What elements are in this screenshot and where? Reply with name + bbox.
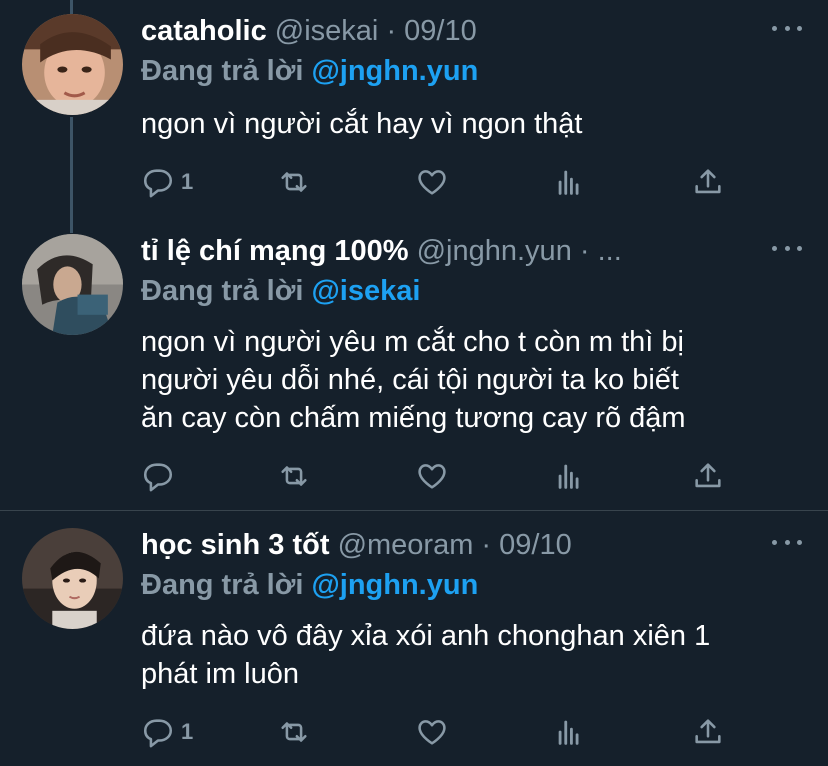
avatar-image [22, 528, 123, 629]
tweet-actions: 1 [141, 164, 741, 200]
tweet-text-line: phát im luôn [141, 658, 299, 690]
retweet-button[interactable] [277, 714, 311, 750]
share-icon [695, 719, 721, 744]
share-button[interactable] [691, 714, 725, 750]
separator: · [579, 235, 590, 267]
retweet-button[interactable] [277, 164, 311, 200]
retweet-icon [281, 466, 307, 486]
tweet-divider [0, 510, 828, 511]
replying-to: Đang trả lời @jnghn.yun [141, 568, 478, 602]
retweet-icon [281, 172, 307, 192]
tweet-date[interactable]: 09/10 [404, 15, 477, 47]
analytics-icon [558, 464, 579, 489]
reply-icon [143, 169, 173, 198]
tweet-1[interactable]: cataholic @isekai · 09/10 Đang trả lời @… [0, 14, 828, 224]
reply-button[interactable]: 1 [141, 164, 193, 200]
replying-to-label: Đang trả lời [141, 55, 304, 87]
avatar[interactable] [22, 14, 123, 115]
like-icon [418, 170, 446, 195]
reply-icon [143, 463, 173, 492]
tweet-actions [141, 458, 741, 494]
like-icon [418, 720, 446, 745]
mention-link[interactable]: @jnghn.yun [311, 569, 478, 601]
avatar-image [22, 234, 123, 335]
tweet-text-line: đứa nào vô đây xỉa xói anh chonghan xiên… [141, 620, 711, 652]
replying-to: Đang trả lời @jnghn.yun [141, 54, 478, 88]
reply-button[interactable] [141, 458, 181, 494]
more-icon[interactable] [772, 532, 802, 552]
retweet-button[interactable] [277, 458, 311, 494]
tweet-header: học sinh 3 tốt @meoram · 09/10 [141, 528, 572, 562]
analytics-icon [558, 720, 579, 745]
user-handle[interactable]: @meoram [338, 529, 474, 561]
avatar-image [22, 14, 123, 115]
tweet-header: tỉ lệ chí mạng 100% @jnghn.yun · ... [141, 234, 622, 268]
retweet-icon [281, 722, 307, 742]
reply-count: 1 [181, 719, 194, 744]
tweet-date[interactable]: 09/10 [499, 529, 572, 561]
more-icon[interactable] [772, 18, 802, 38]
tweet-text-line: người yêu dỗi nhé, cái tội người ta ko b… [141, 364, 679, 396]
thread-line-top [70, 0, 73, 14]
replying-to-label: Đang trả lời [141, 275, 304, 307]
like-button[interactable] [415, 714, 449, 750]
mention-link[interactable]: @isekai [311, 275, 420, 307]
display-name[interactable]: học sinh 3 tốt [141, 529, 330, 561]
tweet-text-line: ăn cay còn chấm miếng tương cay rõ đậm [141, 402, 686, 434]
share-icon [695, 463, 721, 488]
tweet-date[interactable]: ... [598, 235, 622, 267]
analytics-icon [558, 170, 579, 195]
like-button[interactable] [415, 164, 449, 200]
more-icon[interactable] [772, 238, 802, 258]
display-name[interactable]: cataholic [141, 15, 267, 47]
tweet-text-line: ngon vì người yêu m cắt cho t còn m thì … [141, 326, 684, 358]
user-handle[interactable]: @isekai [275, 15, 379, 47]
analytics-button[interactable] [553, 458, 587, 494]
user-handle[interactable]: @jnghn.yun [417, 235, 572, 267]
reply-icon [143, 719, 173, 748]
display-name[interactable]: tỉ lệ chí mạng 100% [141, 235, 409, 267]
replying-to-label: Đang trả lời [141, 569, 304, 601]
tweet-text: đứa nào vô đây xỉa xói anh chonghan xiên… [141, 617, 801, 693]
tweet-3[interactable]: học sinh 3 tốt @meoram · 09/10 Đang trả … [0, 528, 828, 766]
reply-count: 1 [181, 169, 194, 194]
replying-to: Đang trả lời @isekai [141, 274, 420, 308]
reply-button[interactable]: 1 [141, 714, 193, 750]
analytics-button[interactable] [553, 164, 587, 200]
separator: · [386, 15, 397, 47]
share-button[interactable] [691, 164, 725, 200]
tweet-actions: 1 [141, 714, 741, 750]
mention-link[interactable]: @jnghn.yun [311, 55, 478, 87]
tweet-text-line: ngon vì người cắt hay vì ngon thật [141, 108, 583, 140]
separator: · [481, 529, 492, 561]
like-button[interactable] [415, 458, 449, 494]
tweet-text: ngon vì người yêu m cắt cho t còn m thì … [141, 323, 801, 437]
analytics-button[interactable] [553, 714, 587, 750]
tweet-header: cataholic @isekai · 09/10 [141, 14, 477, 48]
like-icon [418, 464, 446, 489]
tweet-text: ngon vì người cắt hay vì ngon thật [141, 105, 801, 143]
avatar[interactable] [22, 234, 123, 335]
share-icon [695, 169, 721, 194]
tweet-2[interactable]: tỉ lệ chí mạng 100% @jnghn.yun · ... Đan… [0, 234, 828, 504]
avatar[interactable] [22, 528, 123, 629]
share-button[interactable] [691, 458, 725, 494]
